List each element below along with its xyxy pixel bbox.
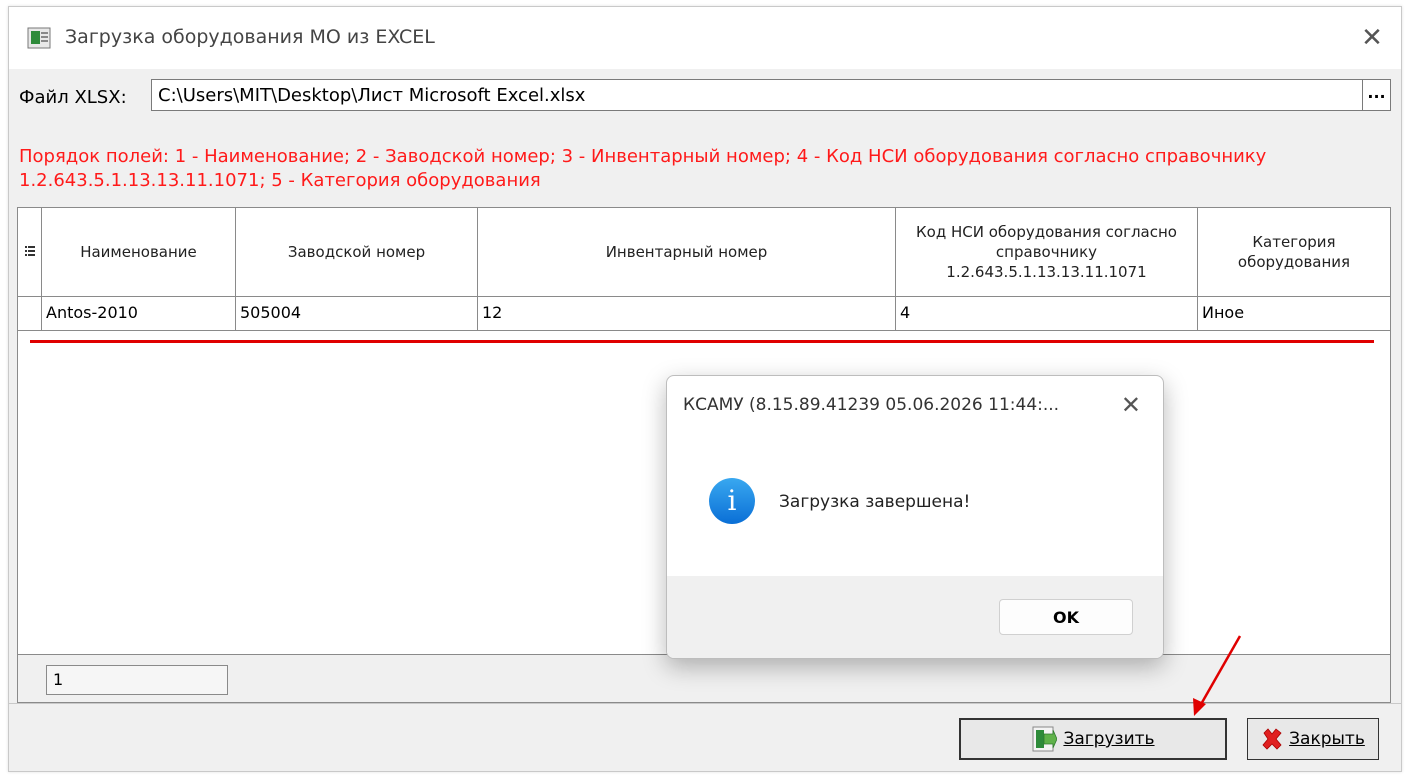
column-header-nsi-code[interactable]: Код НСИ оборудования согласно справочник… bbox=[896, 208, 1198, 296]
annotation-underline bbox=[30, 340, 1374, 343]
window-title: Загрузка оборудования МО из EXCEL bbox=[65, 26, 435, 48]
bottom-divider bbox=[9, 703, 1401, 704]
file-path-input[interactable] bbox=[151, 79, 1363, 111]
info-icon: i bbox=[709, 478, 755, 524]
excel-window-icon bbox=[27, 27, 51, 49]
file-label: Файл XLSX: bbox=[19, 87, 127, 108]
cell-serial[interactable]: 505004 bbox=[236, 296, 478, 330]
browse-button[interactable]: ... bbox=[1363, 79, 1391, 111]
grid-header: Наименование Заводской номер Инвентарный… bbox=[18, 208, 1390, 297]
load-button-label: Загрузить bbox=[1063, 729, 1155, 749]
message-dialog: КСАМУ (8.15.89.41239 05.06.2026 11:44:..… bbox=[666, 375, 1164, 659]
column-header-serial[interactable]: Заводской номер bbox=[236, 208, 478, 296]
dialog-body: i Загрузка завершена! bbox=[667, 432, 1163, 576]
dialog-title: КСАМУ (8.15.89.41239 05.06.2026 11:44:..… bbox=[683, 395, 1060, 415]
column-header-inventory[interactable]: Инвентарный номер bbox=[478, 208, 896, 296]
close-button-label: Закрыть bbox=[1289, 729, 1365, 749]
close-button[interactable]: Закрыть bbox=[1247, 718, 1379, 760]
dialog-close-icon[interactable]: ✕ bbox=[1121, 392, 1141, 418]
table-row[interactable]: Antos-2010 505004 12 4 Иное bbox=[18, 296, 1390, 331]
column-chooser-icon[interactable] bbox=[18, 208, 42, 296]
close-icon[interactable]: ✕ bbox=[1357, 23, 1387, 53]
load-button[interactable]: Загрузить bbox=[959, 718, 1227, 760]
grid-footer: 1 bbox=[17, 655, 1391, 703]
ok-button[interactable]: OK bbox=[999, 599, 1133, 635]
cell-nsi-code[interactable]: 4 bbox=[896, 296, 1198, 330]
cell-inventory[interactable]: 12 bbox=[478, 296, 896, 330]
field-order-note: Порядок полей: 1 - Наименование; 2 - Зав… bbox=[19, 146, 1267, 191]
title-bar[interactable]: Загрузка оборудования МО из EXCEL ✕ bbox=[9, 7, 1401, 69]
cell-name[interactable]: Antos-2010 bbox=[42, 296, 236, 330]
red-x-icon bbox=[1262, 728, 1282, 750]
column-header-name[interactable]: Наименование bbox=[42, 208, 236, 296]
record-count: 1 bbox=[46, 665, 228, 695]
dialog-footer: OK bbox=[667, 576, 1163, 658]
dialog-message: Загрузка завершена! bbox=[779, 492, 971, 512]
row-indicator[interactable] bbox=[18, 296, 42, 330]
column-header-category[interactable]: Категория оборудования bbox=[1198, 208, 1390, 296]
load-icon bbox=[1032, 726, 1058, 752]
cell-category[interactable]: Иное bbox=[1198, 296, 1390, 330]
